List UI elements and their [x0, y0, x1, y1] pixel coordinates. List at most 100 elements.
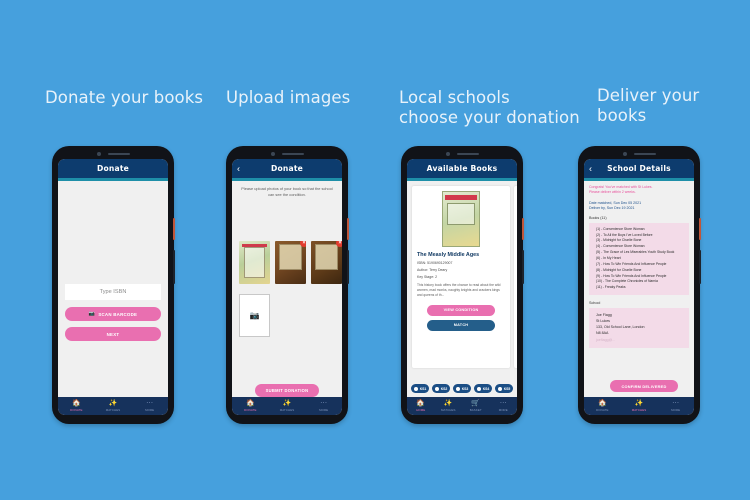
chip-ks4[interactable]: KS4 — [474, 384, 492, 393]
book-description: This history book offers the chance to r… — [417, 282, 501, 297]
nav-item-more[interactable]: ⋯ MORE — [490, 400, 518, 412]
phone3-bottom-nav: 🏠 HOME ✨ MATCHES 🛒 BASKET ⋯ MORE — [407, 397, 517, 415]
key-stage-filter-chips: KS1 KS2 KS3 KS4 KS5 — [411, 384, 513, 393]
volume-button[interactable] — [699, 218, 701, 240]
nav-label: DONATE — [70, 408, 83, 412]
poster-canvas: Donate your books Upload images Local sc… — [0, 0, 750, 500]
volume-button[interactable] — [173, 218, 175, 240]
power-button[interactable] — [347, 250, 349, 284]
phone-notch — [401, 150, 523, 158]
cover-panel — [314, 244, 339, 271]
book-cover-image — [442, 191, 480, 247]
book-author: Author: Terry Deary — [417, 267, 448, 272]
book-card-next[interactable]: Mar ISBN Auth Key S The c life a Napol — [514, 186, 517, 368]
thumbnail-item[interactable]: × — [275, 241, 306, 284]
volume-button[interactable] — [522, 218, 524, 240]
chip-label: KS5 — [503, 386, 511, 391]
nav-label: HOME — [416, 408, 426, 412]
phone4-content: Congrats! You've matched with St Lukes. … — [584, 181, 694, 397]
nav-label: MORE — [498, 408, 508, 412]
view-condition-button[interactable]: VIEW CONDITION — [427, 304, 495, 316]
confirm-delivered-button[interactable]: CONFIRM DELIVERED — [610, 380, 678, 392]
nav-label: MORE — [671, 408, 681, 412]
front-camera-icon — [622, 152, 627, 156]
remove-photo-button[interactable]: × — [336, 241, 342, 247]
nav-label: BASKET — [469, 408, 482, 412]
next-button[interactable]: NEXT — [65, 327, 161, 341]
basket-icon: 🛒 — [471, 400, 481, 407]
school-section-label: School — [589, 301, 601, 306]
chip-ks5[interactable]: KS5 — [495, 384, 513, 393]
remove-photo-button[interactable]: × — [300, 241, 306, 247]
phone3-appbar: Available Books — [407, 159, 517, 178]
phone-notch — [578, 150, 700, 158]
chip-ks2[interactable]: KS2 — [432, 384, 450, 393]
power-button[interactable] — [522, 250, 524, 284]
nav-item-more[interactable]: ⋯ MORE — [131, 400, 168, 412]
front-camera-icon — [96, 152, 101, 156]
earpiece-speaker — [281, 153, 304, 155]
phone-mockup-donate: Donate Type ISBN 📷 SCAN BARCODE NEXT 🏠 D… — [52, 146, 175, 424]
nav-item-matches[interactable]: ✨ MATCHES — [621, 400, 658, 412]
nav-item-more[interactable]: ⋯ MORE — [657, 400, 694, 412]
chip-label: KS1 — [419, 386, 427, 391]
radio-dot-icon — [497, 386, 502, 391]
volume-button[interactable] — [347, 218, 349, 240]
phone2-appbar: ‹ Donate — [232, 159, 342, 178]
nav-item-more[interactable]: ⋯ MORE — [305, 400, 342, 412]
phone-notch — [52, 150, 174, 158]
scan-barcode-label: SCAN BARCODE — [98, 311, 138, 317]
phone2-screen: ‹ Donate Please upload photos of your bo… — [232, 159, 342, 415]
earpiece-speaker — [456, 153, 479, 155]
scan-barcode-button[interactable]: 📷 SCAN BARCODE — [65, 307, 161, 321]
radio-dot-icon — [413, 386, 418, 391]
nav-item-donate[interactable]: 🏠 DONATE — [584, 400, 621, 412]
chip-label: KS2 — [440, 386, 448, 391]
book-card-carousel[interactable]: The Measly Middle Ages ISBN: 51906901290… — [412, 186, 517, 368]
phone-mockup-upload: ‹ Donate Please upload photos of your bo… — [226, 146, 349, 424]
chevron-left-icon[interactable]: ‹ — [589, 164, 592, 173]
cover-panel — [243, 247, 266, 278]
phone2-content: Please upload photos of your book so tha… — [232, 181, 342, 397]
phone-notch — [226, 150, 348, 158]
nav-item-donate[interactable]: 🏠 DONATE — [58, 400, 95, 412]
thumbnail-item[interactable]: × — [311, 241, 342, 284]
nav-label: MORE — [145, 408, 155, 412]
chip-ks1[interactable]: KS1 — [411, 384, 429, 393]
power-button[interactable] — [173, 250, 175, 284]
phone-mockup-school-details: ‹ School Details Congrats! You've matche… — [578, 146, 701, 424]
phone4-appbar: ‹ School Details — [584, 159, 694, 178]
cover-band — [445, 194, 477, 201]
heading-upload-images: Upload images — [226, 88, 351, 107]
match-button[interactable]: MATCH — [427, 319, 495, 331]
nav-label: MATCHES — [440, 408, 456, 412]
nav-item-basket[interactable]: 🛒 BASKET — [462, 400, 490, 412]
thumbnail-list: × × — [239, 241, 342, 284]
chip-ks3[interactable]: KS3 — [453, 384, 471, 393]
nav-item-matches[interactable]: ✨ MATCHES — [435, 400, 463, 412]
chevron-left-icon[interactable]: ‹ — [237, 164, 240, 173]
thumbnail-item[interactable] — [239, 241, 270, 284]
nav-item-matches[interactable]: ✨ MATCHES — [95, 400, 132, 412]
phone1-content: Type ISBN 📷 SCAN BARCODE NEXT — [58, 181, 168, 397]
nav-item-home[interactable]: 🏠 HOME — [407, 400, 435, 412]
power-button[interactable] — [699, 250, 701, 284]
page-title: Available Books — [426, 164, 498, 173]
cover-panel — [278, 244, 303, 271]
match-dates: Date matched, Sun Dec 05 2021 Deliver by… — [589, 201, 689, 212]
earpiece-speaker — [107, 153, 130, 155]
isbn-input[interactable]: Type ISBN — [65, 284, 161, 300]
page-title: School Details — [607, 164, 671, 173]
heading-local-schools: Local schools choose your donation — [399, 88, 580, 128]
nav-item-donate[interactable]: 🏠 DONATE — [232, 400, 269, 412]
submit-donation-button[interactable]: SUBMIT DONATION — [255, 384, 319, 397]
matches-icon: ✨ — [443, 400, 453, 407]
phone2-bottom-nav: 🏠 DONATE ✨ MATCHES ⋯ MORE — [232, 397, 342, 415]
add-photo-button[interactable]: 📷 — [239, 294, 270, 337]
camera-icon: 📷 — [249, 310, 260, 320]
book-card[interactable]: The Measly Middle Ages ISBN: 51906901290… — [412, 186, 510, 368]
page-title: Donate — [270, 164, 304, 173]
chip-label: KS4 — [482, 386, 490, 391]
earpiece-speaker — [633, 153, 656, 155]
nav-item-matches[interactable]: ✨ MATCHES — [269, 400, 306, 412]
